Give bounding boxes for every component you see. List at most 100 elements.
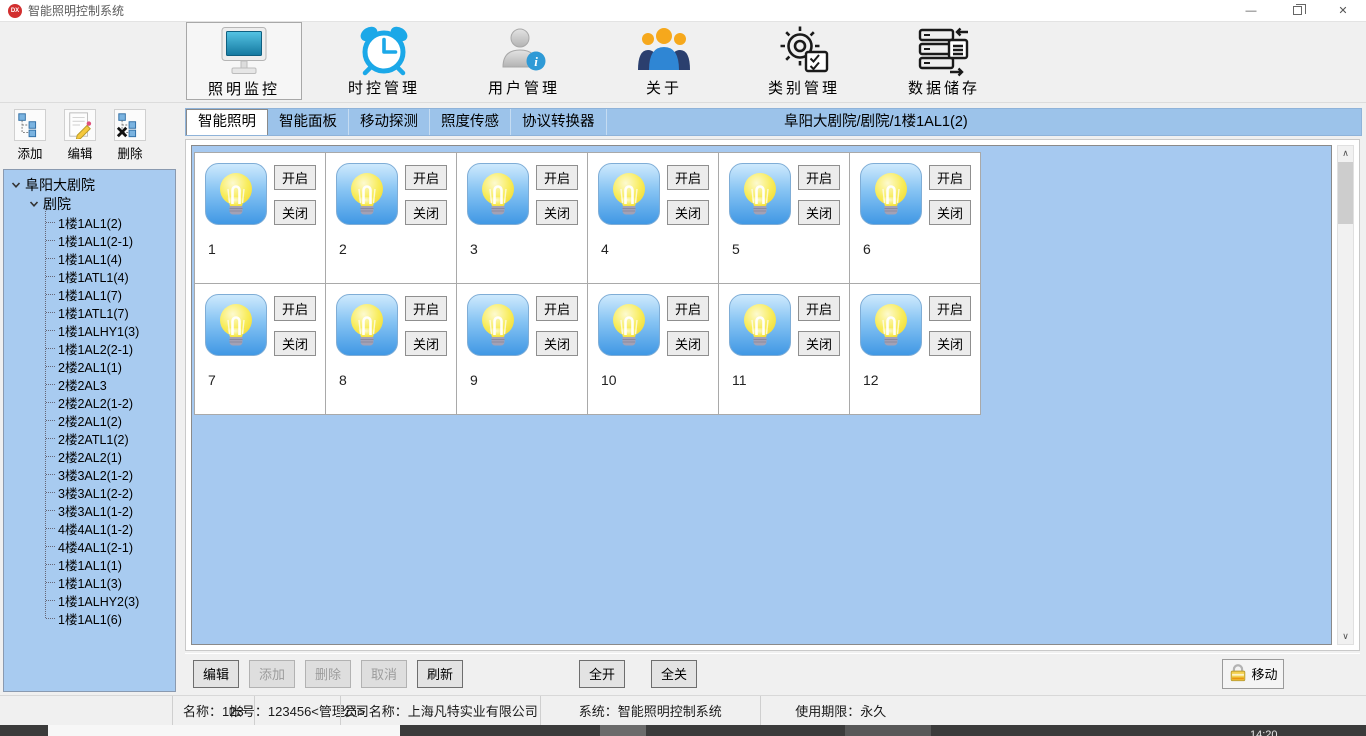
status-bar: 名称：123 帐号：123456<管理员> 公司名称：上海凡特实业有限公司 系统… [0, 695, 1366, 725]
tab[interactable]: 智能面板 [268, 109, 349, 135]
taskbar-segment[interactable] [845, 725, 931, 736]
tree-item[interactable]: 2楼2AL1(1) [4, 357, 175, 375]
move-lock-button[interactable]: 移动 [1222, 659, 1284, 689]
light-off-button[interactable]: 关闭 [274, 331, 316, 356]
tree-item[interactable]: 3楼3AL1(1-2) [4, 501, 175, 519]
statusbar-item: 使用期限：永久 [760, 696, 921, 725]
tab[interactable]: 协议转换器 [511, 109, 607, 135]
vertical-scrollbar[interactable]: ∧ ∨ [1337, 145, 1354, 645]
all-on-button[interactable]: 全开 [579, 660, 625, 688]
tree-edit-button[interactable]: 编辑 [58, 109, 102, 162]
nav-data-storage[interactable]: 数据储存 [886, 22, 1002, 100]
restore-icon[interactable] [1274, 0, 1320, 21]
light-off-button[interactable]: 关闭 [536, 331, 578, 356]
svg-text:i: i [534, 54, 538, 69]
taskbar-segment[interactable] [600, 725, 646, 736]
light-off-button[interactable]: 关闭 [798, 331, 840, 356]
light-off-button[interactable]: 关闭 [798, 200, 840, 225]
light-on-button[interactable]: 开启 [798, 296, 840, 321]
tree-node-stage[interactable]: 剧院 [4, 194, 175, 213]
light-on-button[interactable]: 开启 [667, 165, 709, 190]
database-storage-icon [916, 25, 972, 77]
toolbar-button[interactable]: 编辑 [193, 660, 239, 688]
light-bulb-icon [336, 163, 398, 230]
light-on-button[interactable]: 开启 [929, 165, 971, 190]
tree-item[interactable]: 4楼4AL1(2-1) [4, 537, 175, 555]
tree-item[interactable]: 4楼4AL1(1-2) [4, 519, 175, 537]
scrollbar-thumb[interactable] [1338, 162, 1353, 224]
minimize-icon[interactable]: — [1228, 0, 1274, 21]
light-off-button[interactable]: 关闭 [405, 331, 447, 356]
tree-item[interactable]: 2楼2ATL1(2) [4, 429, 175, 447]
tab[interactable]: 移动探测 [349, 109, 430, 135]
tree-item[interactable]: 1楼1AL1(7) [4, 285, 175, 303]
tree-item[interactable]: 1楼1AL1(2-1) [4, 231, 175, 249]
light-off-button[interactable]: 关闭 [667, 331, 709, 356]
tree-item[interactable]: 1楼1ATL1(7) [4, 303, 175, 321]
tab[interactable]: 智能照明 [186, 109, 268, 135]
title-bar: DX 智能照明控制系统 — ✕ [0, 0, 1366, 22]
tree-toolbar: 添加 编辑 [0, 103, 181, 166]
app-logo-icon: DX [8, 4, 22, 18]
light-on-button[interactable]: 开启 [929, 296, 971, 321]
tab[interactable]: 照度传感 [430, 109, 511, 135]
scroll-up-icon[interactable]: ∧ [1338, 146, 1353, 161]
tree-item[interactable]: 2楼2AL1(2) [4, 411, 175, 429]
all-off-button[interactable]: 全关 [651, 660, 697, 688]
light-off-button[interactable]: 关闭 [405, 200, 447, 225]
tree-item[interactable]: 1楼1AL1(6) [4, 609, 175, 627]
light-on-button[interactable]: 开启 [536, 165, 578, 190]
tree-item[interactable]: 1楼1AL1(1) [4, 555, 175, 573]
light-tile: 开启 关闭 7 [195, 284, 326, 415]
light-bulb-icon [729, 163, 791, 230]
taskbar-app-button[interactable] [48, 725, 400, 736]
light-on-button[interactable]: 开启 [667, 296, 709, 321]
user-info-icon: i [497, 25, 551, 77]
tree-delete-button[interactable]: 删除 [108, 109, 152, 162]
light-off-button[interactable]: 关闭 [536, 200, 578, 225]
tree-item[interactable]: 1楼1AL1(4) [4, 249, 175, 267]
tree-item[interactable]: 1楼1AL1(2) [4, 213, 175, 231]
toolbar-button[interactable]: 删除 [305, 660, 351, 688]
light-on-button[interactable]: 开启 [405, 296, 447, 321]
tree-item[interactable]: 1楼1AL2(2-1) [4, 339, 175, 357]
light-off-button[interactable]: 关闭 [667, 200, 709, 225]
light-off-button[interactable]: 关闭 [274, 200, 316, 225]
toolbar-button[interactable]: 添加 [249, 660, 295, 688]
tree-item[interactable]: 1楼1AL1(3) [4, 573, 175, 591]
tree-item[interactable]: 2楼2AL2(1-2) [4, 393, 175, 411]
light-on-button[interactable]: 开启 [274, 165, 316, 190]
nav-user-management[interactable]: i 用户管理 [466, 22, 582, 100]
nav-category-management[interactable]: 类别管理 [746, 22, 862, 100]
tree-item[interactable]: 2楼2AL3 [4, 375, 175, 393]
nav-schedule-management[interactable]: 时控管理 [326, 22, 442, 100]
nav-label: 用户管理 [488, 77, 560, 98]
light-number: 4 [601, 241, 609, 257]
tree-node-theater[interactable]: 阜阳大剧院 [4, 175, 175, 194]
light-on-button[interactable]: 开启 [536, 296, 578, 321]
tree-edit-icon [64, 109, 96, 141]
tree-item[interactable]: 3楼3AL2(1-2) [4, 465, 175, 483]
light-off-button[interactable]: 关闭 [929, 200, 971, 225]
light-on-button[interactable]: 开启 [405, 165, 447, 190]
light-on-button[interactable]: 开启 [798, 165, 840, 190]
tree-add-button[interactable]: 添加 [8, 109, 52, 162]
close-icon[interactable]: ✕ [1320, 0, 1366, 21]
toolbar-button[interactable]: 取消 [361, 660, 407, 688]
lights-panel: 开启 关闭 1 [191, 145, 1332, 645]
nav-about[interactable]: 关于 [606, 22, 722, 100]
tree-item[interactable]: 1楼1ATL1(4) [4, 267, 175, 285]
light-number: 1 [208, 241, 216, 257]
tree-item[interactable]: 3楼3AL1(2-2) [4, 483, 175, 501]
scroll-down-icon[interactable]: ∨ [1338, 629, 1353, 644]
light-on-button[interactable]: 开启 [274, 296, 316, 321]
tree-item[interactable]: 1楼1ALHY1(3) [4, 321, 175, 339]
tree-item[interactable]: 1楼1ALHY2(3) [4, 591, 175, 609]
light-number: 9 [470, 372, 478, 388]
tree-item[interactable]: 2楼2AL2(1) [4, 447, 175, 465]
light-off-button[interactable]: 关闭 [929, 331, 971, 356]
monitor-icon [216, 26, 272, 78]
statusbar-item: 帐号：123456<管理员> [254, 696, 340, 725]
nav-lighting-monitor[interactable]: 照明监控 [186, 22, 302, 100]
toolbar-button[interactable]: 刷新 [417, 660, 463, 688]
